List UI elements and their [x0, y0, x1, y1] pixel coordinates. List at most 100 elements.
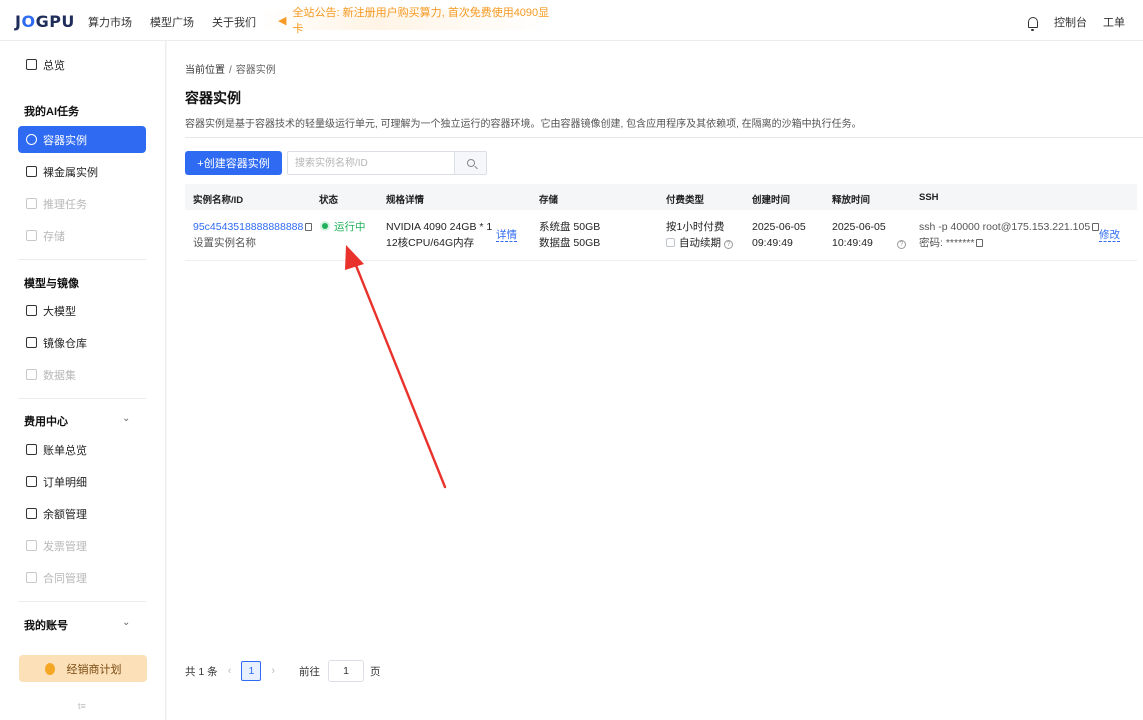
top-bar: JOGPU 算力市场 模型广场 关于我们 ◀ 全站公告: 新注册用户购买算力, …	[0, 0, 1143, 41]
dataset-icon	[26, 369, 37, 380]
sidebar-divider	[18, 259, 146, 260]
page-suffix: 页	[370, 665, 381, 678]
sidebar-item-label: 容器实例	[43, 134, 87, 147]
announcement-banner[interactable]: ◀ 全站公告: 新注册用户购买算力, 首次免费使用4090显卡	[260, 7, 550, 35]
sidebar-item-inference[interactable]: 推理任务	[18, 190, 146, 217]
col-release: 释放时间	[832, 195, 871, 206]
sidebar-item-image-repo[interactable]: 镜像仓库	[18, 329, 146, 356]
sidebar-group-ai-tasks: 我的AI任务	[24, 106, 79, 118]
sidebar-item-label: 总览	[43, 59, 65, 72]
sidebar-item-storage[interactable]: 存储	[18, 222, 146, 249]
chevron-down-icon: ⌄	[122, 413, 131, 424]
announcement-text: 全站公告: 新注册用户购买算力, 首次免费使用4090显卡	[292, 7, 550, 35]
help-icon[interactable]: ?	[724, 240, 733, 249]
col-name: 实例名称/ID	[193, 195, 244, 206]
wallet-icon	[26, 508, 37, 519]
create-container-button[interactable]: +创建容器实例	[185, 151, 282, 175]
sidebar-item-label: 推理任务	[43, 198, 87, 211]
repo-icon	[26, 337, 37, 348]
logo-text-b: GPU	[35, 12, 75, 31]
col-created: 创建时间	[752, 195, 791, 206]
sidebar-group-account[interactable]: 我的账号 ⌄	[24, 617, 130, 633]
chevron-down-icon: ⌄	[122, 617, 131, 628]
sidebar-item-dataset[interactable]: 数据集	[18, 361, 146, 388]
bell-icon[interactable]	[1028, 16, 1038, 31]
help-icon[interactable]: ?	[896, 240, 906, 249]
data-disk: 数据盘 50GB	[539, 237, 601, 249]
prev-page-icon[interactable]: ‹	[228, 665, 232, 677]
password-value: *******	[945, 237, 975, 249]
sidebar-item-label: 账单总览	[43, 444, 87, 457]
container-icon	[26, 134, 37, 145]
cell-spec: NVIDIA 4090 24GB * 1 12核CPU/64G内存	[386, 219, 492, 251]
sidebar-item-label: 存储	[43, 230, 65, 243]
order-icon	[26, 476, 37, 487]
cell-ssh: ssh -p 40000 root@175.153.221.105 密码: **…	[919, 219, 1100, 251]
breadcrumb-separator: /	[229, 65, 232, 76]
sidebar-divider	[18, 601, 146, 602]
password-label: 密码:	[919, 237, 943, 249]
copy-icon[interactable]	[976, 239, 984, 247]
system-disk: 系统盘 50GB	[539, 221, 601, 233]
breadcrumb-root[interactable]: 当前位置	[185, 65, 225, 76]
cell-status: 运行中	[322, 219, 366, 235]
cell-billing: 按1小时付费 自动续期?	[666, 219, 733, 251]
col-ssh: SSH	[919, 192, 939, 203]
instance-id-link[interactable]: 95c4543518888888888	[193, 221, 303, 233]
invoice-icon	[26, 540, 37, 551]
spec-cpu-mem: 12核CPU/64G内存	[386, 237, 475, 249]
sidebar-item-large-model[interactable]: 大模型	[18, 297, 146, 324]
set-instance-name-link[interactable]: 设置实例名称	[193, 237, 256, 249]
copy-icon[interactable]	[305, 223, 313, 231]
nav-model-square[interactable]: 模型广场	[150, 14, 194, 30]
auto-renew-checkbox[interactable]	[666, 238, 675, 247]
pagination: 共 1 条 ‹ 1 › 前往 1 页	[185, 660, 381, 682]
sidebar-item-label: 镜像仓库	[43, 337, 87, 350]
sidebar-group-billing[interactable]: 费用中心 ⌄	[24, 413, 130, 429]
top-nav: 算力市场 模型广场 关于我们	[88, 14, 274, 30]
status-badge: 运行中	[334, 221, 366, 233]
sidebar-item-contract[interactable]: 合同管理	[18, 564, 146, 591]
sidebar-item-bill-overview[interactable]: 账单总览	[18, 436, 146, 463]
sidebar-item-orders[interactable]: 订单明细	[18, 468, 146, 495]
sidebar-group-label: 费用中心	[24, 416, 68, 428]
detail-link[interactable]: 详情	[496, 229, 517, 242]
sidebar-item-overview[interactable]: 总览	[18, 51, 146, 78]
sidebar-item-container-instance[interactable]: 容器实例	[18, 126, 146, 153]
sidebar-item-invoice[interactable]: 发票管理	[18, 532, 146, 559]
sidebar: 总览 我的AI任务 容器实例 裸金属实例 推理任务 存储 模型与镜像 大模型 镜…	[0, 41, 166, 720]
goto-page-input[interactable]: 1	[328, 660, 365, 682]
sidebar-item-bare-metal[interactable]: 裸金属实例	[18, 158, 146, 185]
bill-icon	[26, 444, 37, 455]
release-date: 2025-06-05	[832, 221, 886, 233]
logo[interactable]: JOGPU	[15, 12, 75, 31]
billing-type: 按1小时付费	[666, 221, 725, 233]
col-billing: 付费类型	[666, 195, 705, 206]
logo-text-o: O	[21, 12, 36, 31]
search-button[interactable]	[454, 152, 486, 174]
nav-compute-market[interactable]: 算力市场	[88, 14, 132, 30]
sidebar-item-balance[interactable]: 余额管理	[18, 500, 146, 527]
spec-gpu: NVIDIA 4090 24GB * 1	[386, 221, 493, 233]
search-input[interactable]	[288, 152, 455, 174]
sidebar-group-label: 我的账号	[24, 620, 68, 632]
next-page-icon[interactable]: ›	[271, 665, 275, 677]
ticket-link[interactable]: 工单	[1103, 14, 1125, 30]
sidebar-item-label: 订单明细	[43, 476, 87, 489]
goto-label: 前往	[299, 665, 321, 678]
release-time: 10:49:49	[832, 237, 873, 249]
page-button[interactable]: 1	[241, 661, 262, 681]
sidebar-collapse-toggle[interactable]: t≡	[78, 701, 86, 711]
contract-icon	[26, 572, 37, 583]
cube-icon	[26, 305, 37, 316]
created-time: 09:49:49	[752, 237, 793, 249]
console-link[interactable]: 控制台	[1054, 14, 1087, 30]
dealer-plan-button[interactable]: 经销商计划	[19, 655, 147, 682]
modify-link[interactable]: 修改	[1099, 229, 1120, 242]
nav-about-us[interactable]: 关于我们	[212, 14, 256, 30]
main-content: 当前位置 / 容器实例 容器实例 容器实例是基于容器技术的轻量级运行单元, 可理解为…	[167, 41, 1143, 720]
cell-detail: 详情	[496, 227, 517, 243]
page-description: 容器实例是基于容器技术的轻量级运行单元, 可理解为一个独立运行的容器环境。它由容…	[185, 119, 862, 130]
page-title: 容器实例	[185, 90, 241, 106]
cell-name: 95c4543518888888888 设置实例名称	[193, 219, 313, 251]
